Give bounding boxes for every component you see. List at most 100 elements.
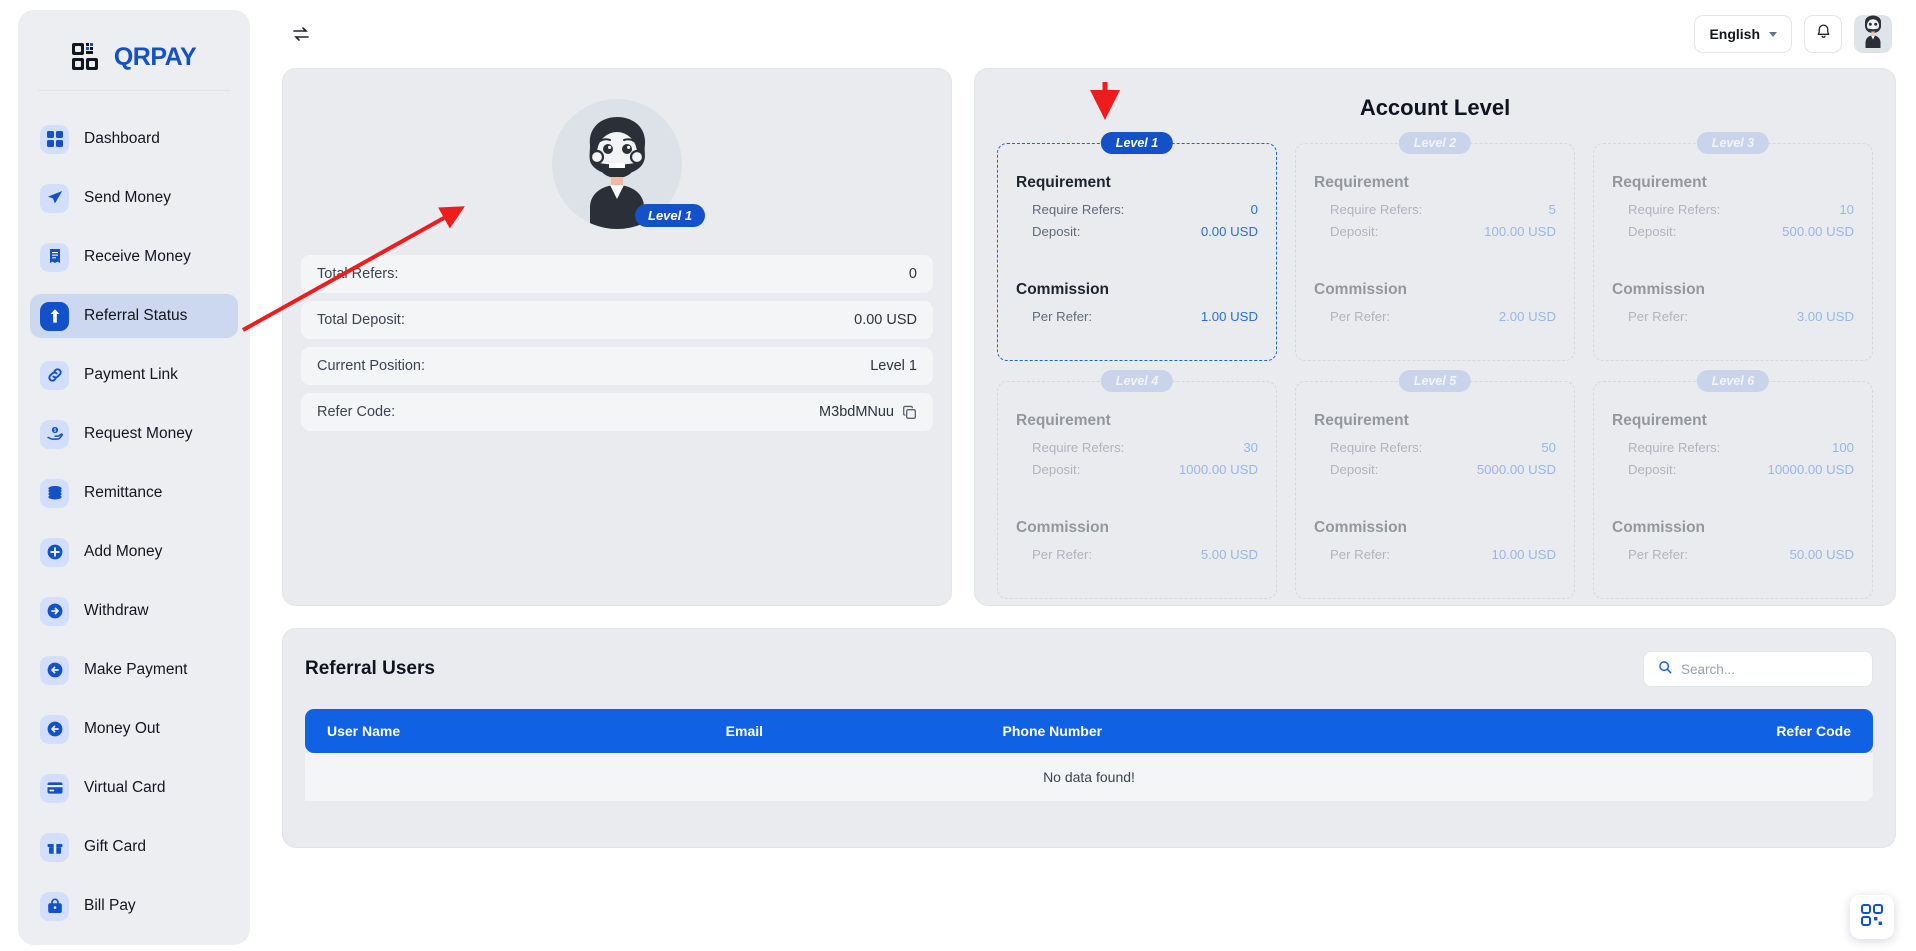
cards-row: Level 1 Total Refers: 0 Total Deposit: 0.00… (280, 68, 1898, 606)
credit-card-icon (40, 773, 69, 803)
receipt-icon (40, 242, 69, 272)
level-card-2: Level 2 Requirement Require Refers: 5 Deposi… (1295, 132, 1575, 361)
sidebar-item-bill-pay[interactable]: Bill Pay (30, 884, 238, 928)
require-refers-value: 30 (1243, 440, 1258, 455)
level-card-3: Level 3 Requirement Require Refers: 10 Depos… (1593, 132, 1873, 361)
require-refers-label: Require Refers: (1628, 440, 1721, 455)
qr-scan-button[interactable] (1850, 895, 1894, 939)
requirement-heading: Requirement (1612, 174, 1707, 191)
language-label: English (1709, 26, 1760, 42)
per-refer-label: Per Refer: (1628, 309, 1689, 324)
profile-info-value-text: 0.00 USD (854, 312, 917, 328)
require-refers-row: Require Refers: 10 (1612, 202, 1854, 217)
profile-info-label: Refer Code: (317, 404, 396, 420)
level-card-6: Level 6 Requirement Require Refers: 100 Depo… (1593, 370, 1873, 599)
search-icon (1658, 660, 1672, 679)
level-card-1: Level 1 Requirement Require Refers: 0 Deposi… (997, 132, 1277, 361)
main-content: English Level 1 Total Refers: 0 Total De… (262, 0, 1916, 951)
sidebar-divider (38, 90, 230, 91)
requirement-heading: Requirement (1016, 412, 1111, 429)
profile-info-value: 0 (909, 266, 917, 282)
deposit-row: Deposit: 10000.00 USD (1612, 462, 1854, 477)
sidebar-item-payment-link[interactable]: Payment Link (30, 353, 238, 397)
require-refers-label: Require Refers: (1032, 440, 1125, 455)
requirement-heading: Requirement (1016, 174, 1111, 191)
level-tag: Level 1 (1100, 132, 1174, 154)
account-level-card: Account Level Level 1 Requirement Require … (974, 68, 1896, 606)
sidebar-item-money-out[interactable]: Money Out (30, 707, 238, 751)
sidebar-item-add-money[interactable]: Add Money (30, 530, 238, 574)
sidebar-item-remittance[interactable]: Remittance (30, 471, 238, 515)
sidebar-item-label: Make Payment (84, 661, 188, 678)
chevron-down-icon (1769, 31, 1777, 37)
profile-info-label: Total Refers: (317, 266, 399, 282)
per-refer-label: Per Refer: (1032, 547, 1093, 562)
brand-name: QRPAY (113, 42, 197, 71)
sidebar-item-label: Virtual Card (84, 779, 166, 796)
profile-info-row: Total Refers: 0 (301, 255, 933, 293)
deposit-value: 10000.00 USD (1767, 462, 1854, 477)
deposit-label: Deposit: (1032, 224, 1081, 239)
per-refer-value: 1.00 USD (1200, 309, 1258, 324)
sidebar-item-referral-status[interactable]: Referral Status (30, 294, 238, 338)
deposit-row: Deposit: 100.00 USD (1314, 224, 1556, 239)
level-tag: Level 5 (1398, 370, 1472, 392)
sidebar-item-label: Referral Status (84, 307, 188, 324)
sidebar-toggle-icon[interactable] (286, 19, 316, 49)
deposit-row: Deposit: 5000.00 USD (1314, 462, 1556, 477)
account-level-grid: Level 1 Requirement Require Refers: 0 Deposi… (997, 132, 1873, 599)
require-refers-value: 10 (1839, 202, 1854, 217)
notifications-button[interactable] (1804, 15, 1842, 53)
deposit-value: 100.00 USD (1484, 224, 1556, 239)
per-refer-label: Per Refer: (1330, 547, 1391, 562)
deposit-label: Deposit: (1330, 224, 1379, 239)
requirement-heading: Requirement (1314, 174, 1409, 191)
sidebar-item-gift-card[interactable]: Gift Card (30, 825, 238, 869)
arrow-left-circle-icon (40, 655, 69, 685)
sidebar-item-label: Send Money (84, 189, 172, 206)
referral-profile-card: Level 1 Total Refers: 0 Total Deposit: 0.00… (282, 68, 952, 606)
level-tag: Level 6 (1696, 370, 1770, 392)
sidebar-item-dashboard[interactable]: Dashboard (30, 117, 238, 161)
require-refers-label: Require Refers: (1032, 202, 1125, 217)
deposit-value: 1000.00 USD (1178, 462, 1258, 477)
search-input[interactable] (1681, 661, 1858, 677)
per-refer-value: 50.00 USD (1789, 547, 1854, 562)
sidebar-item-label: Remittance (84, 484, 163, 501)
profile-info-value-text: M3bdMNuu (819, 404, 894, 420)
referral-users-table: User Name Email Phone Number Refer Code No … (305, 709, 1873, 801)
sidebar-item-make-payment[interactable]: Make Payment (30, 648, 238, 692)
level-tag: Level 3 (1696, 132, 1770, 154)
deposit-label: Deposit: (1032, 462, 1081, 477)
sidebar-item-label: Withdraw (84, 602, 149, 619)
require-refers-row: Require Refers: 5 (1314, 202, 1556, 217)
require-refers-row: Require Refers: 30 (1016, 440, 1258, 455)
sidebar-nav: Dashboard Send Money Receive Money Referral… (30, 117, 238, 928)
avatar[interactable] (1854, 15, 1892, 53)
search-box[interactable] (1643, 651, 1873, 687)
level-tag: Level 4 (1100, 370, 1174, 392)
grid-icon (40, 124, 69, 154)
sidebar-item-label: Request Money (84, 425, 193, 442)
deposit-row: Deposit: 1000.00 USD (1016, 462, 1258, 477)
language-selector[interactable]: English (1694, 15, 1792, 53)
sidebar-item-virtual-card[interactable]: Virtual Card (30, 766, 238, 810)
bell-icon (1815, 23, 1832, 45)
require-refers-value: 100 (1831, 440, 1854, 455)
require-refers-row: Require Refers: 0 (1016, 202, 1258, 217)
profile-info-list: Total Refers: 0 Total Deposit: 0.00 USD Curr… (301, 255, 933, 431)
profile-info-row: Current Position: Level 1 (301, 347, 933, 385)
sidebar-item-withdraw[interactable]: Withdraw (30, 589, 238, 633)
commission-heading: Commission (1016, 519, 1110, 536)
qr-code-icon (71, 42, 106, 72)
sidebar-item-send-money[interactable]: Send Money (30, 176, 238, 220)
copy-icon[interactable] (902, 405, 917, 420)
sidebar-item-request-money[interactable]: $ Request Money (30, 412, 238, 456)
sidebar-item-receive-money[interactable]: Receive Money (30, 235, 238, 279)
profile-info-row: Refer Code: M3bdMNuu (301, 393, 933, 431)
coins-icon (40, 478, 69, 508)
level-card-4: Level 4 Requirement Require Refers: 30 Depos… (997, 370, 1277, 599)
deposit-value: 5000.00 USD (1476, 462, 1556, 477)
brand-logo-area[interactable]: QRPAY (30, 28, 238, 90)
per-refer-row: Per Refer: 10.00 USD (1314, 547, 1556, 562)
